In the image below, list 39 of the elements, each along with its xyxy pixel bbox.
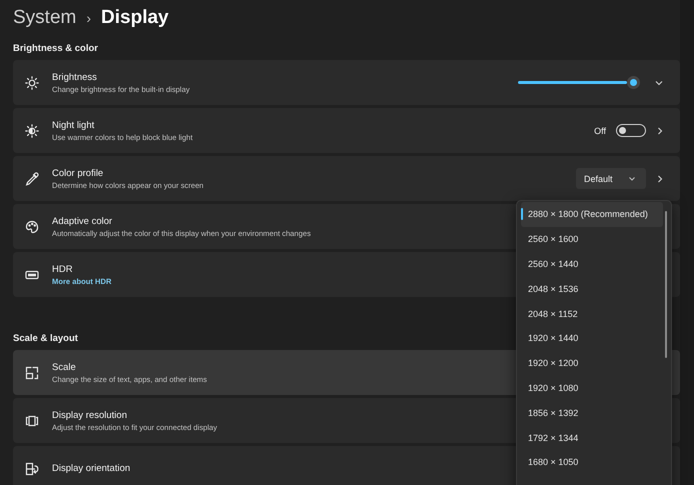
resolution-option[interactable]: 2560 × 1600: [521, 226, 663, 252]
setting-title: Night light: [52, 120, 94, 130]
resolution-option[interactable]: 1920 × 1200: [521, 350, 663, 376]
resolution-icon: [25, 414, 39, 428]
sun-icon: [25, 76, 39, 90]
toggle-switch[interactable]: [616, 124, 646, 137]
setting-title: Color profile: [52, 168, 104, 178]
resolution-option[interactable]: 2880 × 1800 (Recommended): [521, 202, 663, 227]
slider-thumb[interactable]: [627, 76, 640, 89]
resolution-option[interactable]: 1920 × 1440: [521, 326, 663, 351]
resolution-option[interactable]: 1856 × 1392: [521, 400, 663, 426]
page-title: Display: [101, 7, 169, 29]
breadcrumb-separator: ›: [86, 10, 92, 26]
setting-title: Display resolution: [52, 410, 127, 420]
resolution-option[interactable]: 1680 × 1050: [521, 450, 663, 475]
resolution-option[interactable]: 2048 × 1152: [521, 301, 663, 326]
scale-icon: [25, 366, 39, 380]
section-heading: Brightness & color: [13, 42, 98, 56]
resolution-dropdown-menu[interactable]: 2880 × 1800 (Recommended) 2560 × 1600 2560 × 1440 2048 × 1536 2048 × 1152 1920 × 1440 1920 × 1200 1920 × 1080 1856 × 1392 1792 × 1344 1680 × 1050: [516, 200, 672, 485]
rotate-display-icon: [25, 462, 39, 476]
chevron-right-icon[interactable]: [656, 126, 664, 136]
brightness-slider[interactable]: [518, 76, 640, 89]
resolution-option[interactable]: 2560 × 1440: [521, 252, 663, 276]
palette-icon: [25, 220, 39, 234]
color-profile-dropdown[interactable]: Default: [576, 168, 646, 189]
setting-title: Display orientation: [52, 463, 130, 474]
chevron-down-icon: [628, 176, 636, 182]
setting-title: Scale: [52, 362, 76, 372]
toggle-state: Off: [594, 126, 606, 136]
eyedropper-icon: [25, 172, 39, 186]
chevron-down-icon[interactable]: [654, 78, 664, 86]
half-sun-icon: [25, 124, 39, 138]
setting-title: Brightness: [52, 72, 97, 82]
setting-title: HDR: [52, 264, 73, 274]
section-heading: Scale & layout: [13, 332, 78, 346]
breadcrumb-parent[interactable]: System: [13, 7, 76, 29]
scrollbar-thumb[interactable]: [665, 211, 667, 358]
setting-title: Adaptive color: [52, 216, 112, 226]
chevron-right-icon[interactable]: [656, 174, 664, 184]
